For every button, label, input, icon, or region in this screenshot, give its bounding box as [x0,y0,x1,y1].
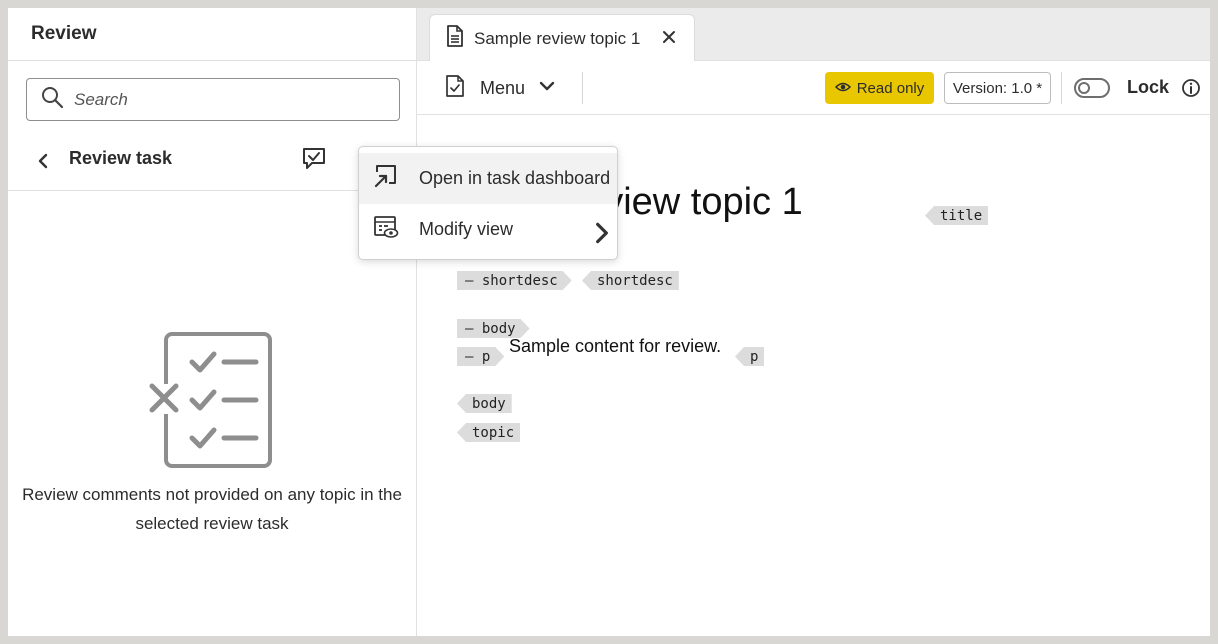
menu-item-label: Open in task dashboard [419,168,611,188]
search-input[interactable] [74,89,374,110]
panel-title: Review [31,23,97,44]
lock-label: Lock [1127,77,1170,97]
collapse-icon: — [465,272,474,289]
comment-check-icon[interactable] [300,145,328,173]
editor-toolbar: Menu Read only Version: 1.0 * Lock [417,61,1210,115]
title-close-tag[interactable]: title [925,206,989,225]
tab-bar: Sample review topic 1 [417,8,1210,62]
chevron-left-icon[interactable] [36,147,58,175]
version-button[interactable]: Version: 1.0 * [944,72,1051,104]
p-close-tag[interactable]: p [735,347,765,366]
tab-label: Sample review topic 1 [474,28,641,48]
review-task-label: Review task [69,148,173,168]
read-only-badge: Read only [825,72,934,104]
review-panel-header: Review [8,8,416,61]
open-in-dashboard-icon [373,163,399,194]
lock-toggle[interactable] [1074,78,1110,98]
collapse-icon: — [465,348,474,365]
toolbar-divider [582,72,583,104]
p-open-label: p [481,348,491,365]
menu-label: Menu [480,77,526,98]
toolbar-divider [1061,72,1062,104]
paragraph-text[interactable]: Sample content for review. [509,336,721,357]
body-close-tag[interactable]: body [457,394,512,413]
app-window: Review Review task [8,8,1210,636]
topic-close-tag[interactable]: topic [457,423,521,442]
menu-button[interactable]: Menu [445,72,555,104]
toggle-knob [1078,82,1090,94]
shortdesc-open-label: shortdesc [481,272,558,289]
body-open-label: body [481,320,516,337]
review-task-row: Review task [8,133,416,191]
version-label: Version: 1.0 * [952,79,1043,97]
menu-item-label: Modify view [419,219,514,239]
menu-item-open-in-task-dashboard[interactable]: Open in task dashboard [359,153,617,204]
read-only-label: Read only [856,79,925,97]
info-icon[interactable] [1181,78,1201,98]
collapse-icon: — [465,320,474,337]
shortdesc-close-tag[interactable]: shortdesc [582,271,679,290]
checklist-doc-icon [445,74,465,103]
menu-item-modify-view[interactable]: Modify view [359,204,617,255]
shortdesc-open-tag[interactable]: — shortdesc [457,271,572,290]
document-icon [446,25,464,52]
search-field[interactable] [26,78,400,121]
p-open-tag[interactable]: — p [457,347,504,366]
close-icon[interactable] [660,28,678,46]
search-icon [40,85,64,114]
tab-sample-review-topic[interactable]: Sample review topic 1 [429,14,695,62]
checklist-illustration-icon [148,328,278,478]
chevron-down-icon [539,79,555,97]
modify-view-icon [373,214,399,245]
review-panel: Review Review task [8,8,417,636]
empty-state-message: Review comments not provided on any topi… [22,485,402,533]
task-context-menu: Open in task dashboard Modify view [358,146,618,260]
eye-icon [834,80,857,97]
chevron-right-icon [589,220,608,244]
